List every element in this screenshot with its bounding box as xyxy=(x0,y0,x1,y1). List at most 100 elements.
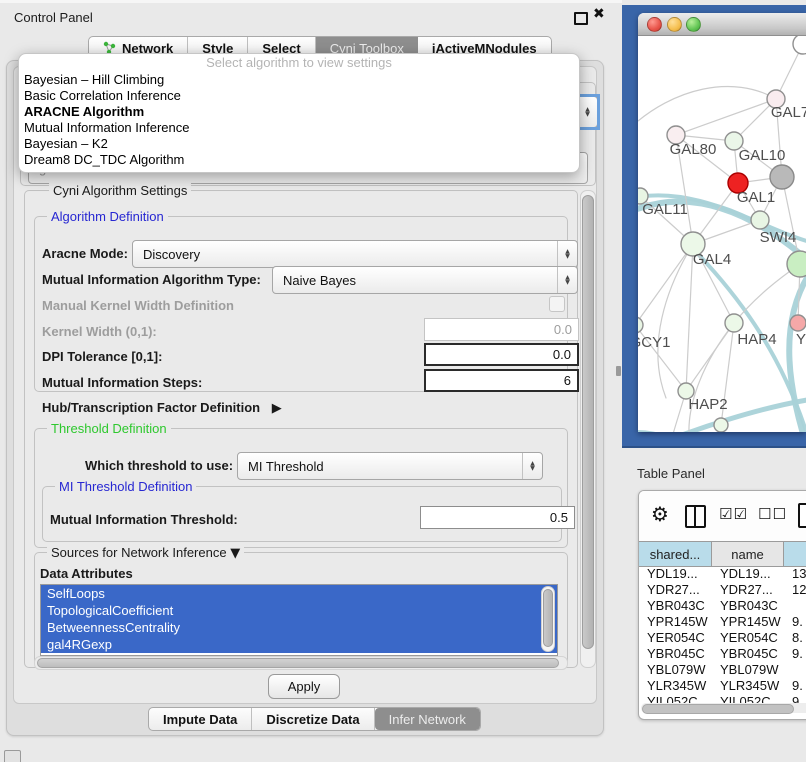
node[interactable] xyxy=(793,36,806,54)
table-hscrollbar[interactable] xyxy=(641,703,806,713)
mi-steps-field[interactable]: 6 xyxy=(424,369,579,392)
node-label-gal10: GAL10 xyxy=(739,147,786,164)
close-icon[interactable]: ✖ xyxy=(593,6,605,22)
attribute-item-betweennesscentrality[interactable]: BetweennessCentrality xyxy=(41,619,557,636)
algorithm-option-mutual-information-inference[interactable]: Mutual Information Inference xyxy=(19,120,579,136)
restore-panel-icon[interactable] xyxy=(4,750,21,762)
minimize-traffic-light-icon[interactable] xyxy=(667,17,682,32)
deselect-all-checkboxes-icon[interactable]: ☐☐ xyxy=(758,505,787,523)
table-row[interactable]: YDL19...YDL19...13 xyxy=(639,566,806,582)
node[interactable] xyxy=(714,418,728,432)
dpi-tolerance-value: 0.0 xyxy=(553,347,571,362)
column-header-shared[interactable]: shared... xyxy=(639,542,712,566)
attr-list-scrollbar[interactable] xyxy=(541,586,555,652)
tab-impute-data[interactable]: Impute Data xyxy=(149,708,252,730)
settings-scrollbar-thumb[interactable] xyxy=(582,195,594,649)
aracne-mode-combo[interactable]: Discovery ▲▼ xyxy=(132,240,578,268)
algorithm-option-dream8-dc-tdc-algorithm[interactable]: Dream8 DC_TDC Algorithm xyxy=(19,152,579,168)
table-cell: YBR045C xyxy=(639,646,712,662)
control-panel-title: Control Panel xyxy=(14,10,93,25)
attribute-item-selfloops[interactable]: SelfLoops xyxy=(41,585,557,602)
node-hap4[interactable] xyxy=(725,314,743,332)
network-canvas[interactable]: GAL7GAL80GAL10GAL1GAL11SWI4GAL4GCY1HAP4Y… xyxy=(638,36,806,432)
hub-section-header[interactable]: Hub/Transcription Factor Definition ▶ xyxy=(42,400,282,416)
table-cell: 8. xyxy=(784,630,806,646)
settings-scrollbar[interactable] xyxy=(580,190,596,668)
manual-kernel-checkbox[interactable] xyxy=(549,296,565,312)
sources-title[interactable]: Sources for Network Inference ▼ xyxy=(47,545,244,561)
select-all-checkboxes-icon[interactable]: ☑☑ xyxy=(719,505,748,523)
table-cell: 12 xyxy=(784,582,806,598)
table-cell: YDR27... xyxy=(639,582,712,598)
settings-hscrollbar-thumb[interactable] xyxy=(37,658,559,668)
table-cell: YBR043C xyxy=(712,598,784,614)
apply-button[interactable]: Apply xyxy=(268,674,340,699)
node[interactable] xyxy=(770,165,794,189)
node-y[interactable] xyxy=(790,315,806,331)
kernel-width-field[interactable]: 0.0 xyxy=(424,318,579,341)
mi-steps-label: Mutual Information Steps: xyxy=(42,375,202,390)
table-hscrollbar-thumb[interactable] xyxy=(642,704,794,714)
table-cell: YPR145W xyxy=(712,614,784,630)
network-window-titlebar[interactable] xyxy=(638,13,806,36)
table-row[interactable]: YIL052CYIL052C9 xyxy=(639,694,806,703)
tab-discretize-data[interactable]: Discretize Data xyxy=(252,708,374,730)
float-window-icon[interactable] xyxy=(574,12,588,25)
mi-type-label: Mutual Information Algorithm Type: xyxy=(42,272,261,287)
node-label-y: Y xyxy=(796,331,806,348)
mi-threshold-field[interactable]: 0.5 xyxy=(420,506,575,529)
attr-list-scrollbar-thumb[interactable] xyxy=(543,589,553,647)
table-row[interactable]: YBR045CYBR045C9. xyxy=(639,646,806,662)
column-header-a[interactable]: A xyxy=(784,542,806,566)
mi-threshold-value: 0.5 xyxy=(550,510,568,525)
table-row[interactable]: YDR27...YDR27...12 xyxy=(639,582,806,598)
algorithm-option-aracne-algorithm[interactable]: ARACNE Algorithm xyxy=(19,104,579,120)
node-swi4[interactable] xyxy=(787,251,806,277)
combo-stepper-icon[interactable]: ▲▼ xyxy=(557,267,577,293)
node-label-gal11: GAL11 xyxy=(642,201,688,218)
combo-stepper-icon[interactable]: ▲▼ xyxy=(577,97,597,127)
new-table-icon[interactable] xyxy=(798,503,806,528)
table-row[interactable]: YPR145WYPR145W9. xyxy=(639,614,806,630)
table-cell: YBR043C xyxy=(639,598,712,614)
algorithm-option-bayesian-hill-climbing[interactable]: Bayesian – Hill Climbing xyxy=(19,72,579,88)
column-header-name[interactable]: name xyxy=(712,542,784,566)
which-threshold-combo[interactable]: MI Threshold ▲▼ xyxy=(237,452,543,480)
attribute-item-gal4rgexp[interactable]: gal4RGexp xyxy=(41,636,557,653)
table-cell: YBL079W xyxy=(639,662,712,678)
algorithm-option-bayesian-k2[interactable]: Bayesian – K2 xyxy=(19,136,579,152)
chevron-right-icon[interactable]: ▶ xyxy=(272,401,282,416)
gear-icon[interactable]: ⚙ xyxy=(651,502,669,526)
settings-hscrollbar[interactable] xyxy=(34,656,568,670)
node-label-gal4: GAL4 xyxy=(693,251,731,268)
dpi-tolerance-field[interactable]: 0.0 xyxy=(424,343,579,366)
algorithm-option-basic-correlation-inference[interactable]: Basic Correlation Inference xyxy=(19,88,579,104)
bottom-tabs: Impute Data Discretize Data Infer Network xyxy=(148,707,481,731)
table-row[interactable]: YBR043CYBR043C xyxy=(639,598,806,614)
combo-stepper-icon[interactable]: ▲▼ xyxy=(557,241,577,267)
table-row[interactable]: YER054CYER054C8. xyxy=(639,630,806,646)
mi-type-value: Naive Bayes xyxy=(283,273,356,288)
columns-icon[interactable] xyxy=(685,505,706,528)
node-gcy1[interactable] xyxy=(638,317,643,333)
node-label-swi4: SWI4 xyxy=(760,229,797,246)
combo-stepper-icon[interactable]: ▲▼ xyxy=(522,453,542,479)
mi-type-combo[interactable]: Naive Bayes ▲▼ xyxy=(272,266,578,294)
chevron-down-icon[interactable]: ▼ xyxy=(230,546,240,561)
table-row[interactable]: YBL079WYBL079W xyxy=(639,662,806,678)
close-traffic-light-icon[interactable] xyxy=(647,17,662,32)
table-cell: 9. xyxy=(784,678,806,694)
table-cell: YLR345W xyxy=(639,678,712,694)
table-cell: YPR145W xyxy=(639,614,712,630)
split-pane-grip-icon[interactable] xyxy=(616,366,621,376)
tab-label: Discretize Data xyxy=(266,712,359,727)
network-graph[interactable]: GAL7GAL80GAL10GAL1GAL11SWI4GAL4GCY1HAP4Y… xyxy=(638,36,806,432)
table-row[interactable]: YLR345WYLR345W9. xyxy=(639,678,806,694)
data-attributes-list[interactable]: SelfLoopsTopologicalCoefficientBetweenne… xyxy=(40,584,558,656)
node-gal1[interactable] xyxy=(751,211,769,229)
zoom-traffic-light-icon[interactable] xyxy=(686,17,701,32)
mi-threshold-label: Mutual Information Threshold: xyxy=(50,512,238,527)
table-cell xyxy=(784,598,806,614)
attribute-item-topologicalcoefficient[interactable]: TopologicalCoefficient xyxy=(41,602,557,619)
tab-infer-network[interactable]: Infer Network xyxy=(375,708,480,730)
